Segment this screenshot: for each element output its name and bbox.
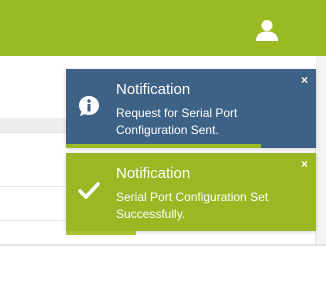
notification-message: Request for Serial Port Configuration Se… [116,106,238,137]
info-speech-icon [79,96,99,116]
bottom-area [0,244,326,301]
notification-title: Notification [116,165,191,182]
close-icon[interactable]: × [301,158,308,170]
close-icon[interactable]: × [301,74,308,86]
notification-progress-bar [66,144,261,148]
notification-title: Notification [116,81,191,98]
checkmark-icon [78,182,100,199]
top-header-bar [0,0,326,56]
right-gutter [316,56,326,244]
notification-info[interactable]: Notification Request for Serial Port Con… [66,69,316,148]
notification-success[interactable]: Notification Serial Port Configuration S… [66,153,316,235]
notification-message: Serial Port Configuration Set Successful… [116,190,269,221]
user-icon[interactable] [255,18,279,42]
notification-progress-bar [66,231,136,235]
